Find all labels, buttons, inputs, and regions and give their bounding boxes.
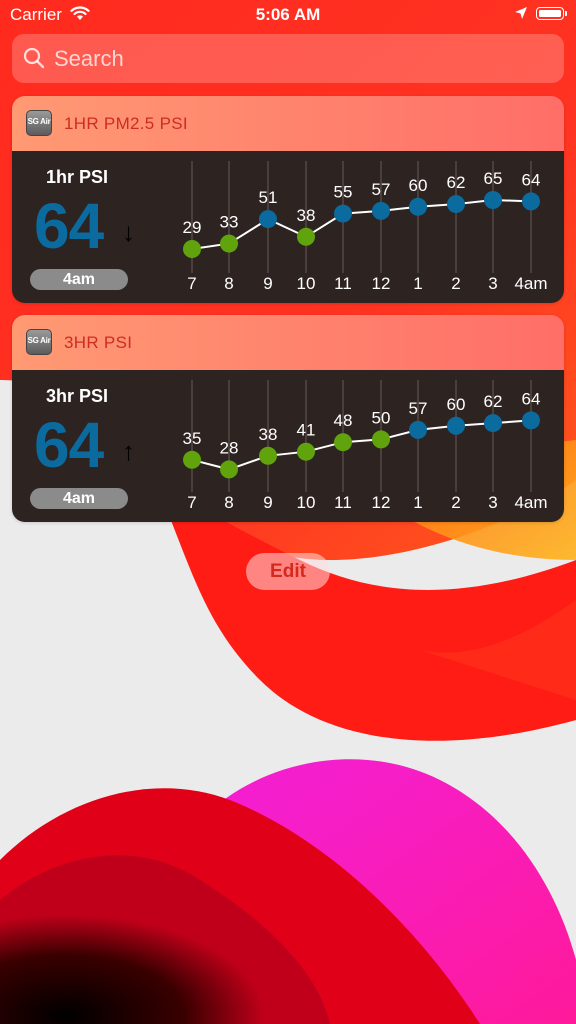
data-label: 29 [183, 218, 202, 237]
trend-arrow-icon: ↓ [122, 217, 135, 247]
trend-arrow-icon: ↑ [122, 436, 135, 466]
data-label: 50 [372, 408, 391, 427]
location-arrow-icon [515, 7, 527, 19]
x-tick-label: 2 [451, 493, 460, 512]
series-line [191, 419, 532, 471]
reading-time-badge: 4am [30, 269, 128, 290]
search-icon [23, 47, 45, 69]
x-tick-label: 3 [488, 493, 497, 512]
edit-button[interactable]: Edit [246, 553, 330, 590]
data-point [484, 191, 502, 209]
status-time: 5:06 AM [255, 5, 321, 24]
psi-line-chart: 352838 41 48 50 57 60 62 647 8 9 10 11 12 1 2 3 4am [183, 380, 548, 512]
x-tick-label: 9 [263, 493, 272, 512]
x-tick-label: 1 [413, 274, 422, 293]
data-point [259, 446, 277, 465]
widget-1hr-psi[interactable]: SG Air 1HR PM2.5 PSI 1hr PSI 64 ↓ 4am 29… [12, 96, 564, 303]
data-point [372, 430, 390, 449]
data-label: 57 [372, 180, 391, 199]
data-label: 64 [522, 170, 541, 189]
data-point [297, 442, 315, 461]
data-label: 51 [259, 188, 278, 207]
data-point [522, 411, 540, 430]
widget-body[interactable]: 1hr PSI 64 ↓ 4am 29 33 51 38 55 57 60 62 65 64 7 8 9… [12, 151, 564, 303]
data-label: 62 [447, 173, 466, 192]
sg-air-app-icon: SG Air [26, 329, 52, 355]
widget-3hr-psi[interactable]: SG Air 3HR PSI 3hr PSI 64 ↑ 4am 35 28 38 41… [12, 315, 564, 522]
x-tick-label: 2 [451, 274, 460, 293]
x-tick-label: 8 [224, 274, 233, 293]
data-label: 38 [297, 206, 316, 225]
series-line [191, 198, 532, 250]
widget-title: 3HR PSI [64, 333, 133, 352]
data-label: 38 [259, 425, 278, 444]
data-point [297, 227, 315, 246]
data-label: 35 [183, 429, 202, 448]
data-point [259, 210, 277, 229]
data-point [183, 240, 201, 258]
widget-header[interactable]: SG Air 3HR PSI [12, 315, 564, 370]
x-tick-label: 8 [224, 493, 233, 512]
data-label: 64 [522, 389, 541, 408]
data-point [409, 197, 427, 216]
x-tick-label: 7 [187, 493, 196, 512]
search-placeholder: Search [54, 46, 124, 71]
data-label: 62 [484, 392, 503, 411]
data-point [220, 460, 238, 479]
data-label: 33 [220, 213, 239, 232]
data-label: 48 [334, 411, 353, 430]
app-icon-label: SG Air [27, 117, 51, 126]
data-point [183, 450, 201, 469]
data-label: 41 [297, 421, 316, 440]
data-point [334, 433, 352, 452]
data-label: 60 [447, 395, 466, 414]
data-point [484, 414, 502, 433]
reading-time-badge: 4am [30, 488, 128, 509]
x-tick-label: 12 [372, 493, 391, 512]
x-tick-label: 4am [514, 493, 547, 512]
x-tick-label: 3 [488, 274, 497, 293]
sg-air-app-icon: SG Air [26, 110, 52, 136]
widget-title: 1HR PM2.5 PSI [64, 114, 188, 133]
status-bar: Carrier 5:06 AM [0, 0, 576, 30]
x-tick-label: 7 [187, 274, 196, 293]
x-tick-label: 4am [514, 274, 547, 293]
data-label: 57 [409, 399, 428, 418]
data-label: 60 [409, 176, 428, 195]
data-label: 55 [334, 183, 353, 202]
widget-body[interactable]: 3hr PSI 64 ↑ 4am 35 28 38 41 48 50 57 60 62 64 7 8 9… [12, 370, 564, 522]
psi-label: 3hr PSI [45, 386, 109, 406]
data-point [334, 204, 352, 223]
battery-tip [565, 11, 567, 16]
psi-label: 1hr PSI [45, 167, 109, 187]
data-label: 28 [220, 438, 239, 457]
psi-value: 64 [34, 190, 104, 262]
battery-icon [536, 7, 564, 20]
data-point [522, 192, 540, 211]
x-tick-label: 12 [372, 274, 391, 293]
data-point [220, 234, 238, 253]
x-tick-label: 10 [297, 274, 316, 293]
data-point [372, 201, 390, 220]
data-point [409, 420, 427, 439]
data-point [447, 195, 465, 214]
search-field[interactable]: Search [12, 34, 564, 83]
data-point [447, 416, 465, 435]
data-label: 65 [484, 169, 503, 188]
x-tick-label: 11 [334, 274, 352, 293]
x-tick-label: 11 [334, 493, 352, 512]
x-tick-label: 9 [263, 274, 272, 293]
psi-line-chart: 29 33513855 57 60 62 65 647 8 9 10 11 12 1 2 3 4am [183, 161, 548, 293]
widget-header[interactable]: SG Air 1HR PM2.5 PSI [12, 96, 564, 151]
psi-value: 64 [34, 409, 104, 481]
x-tick-label: 10 [297, 493, 316, 512]
app-icon-label: SG Air [27, 336, 51, 345]
x-tick-label: 1 [413, 493, 422, 512]
